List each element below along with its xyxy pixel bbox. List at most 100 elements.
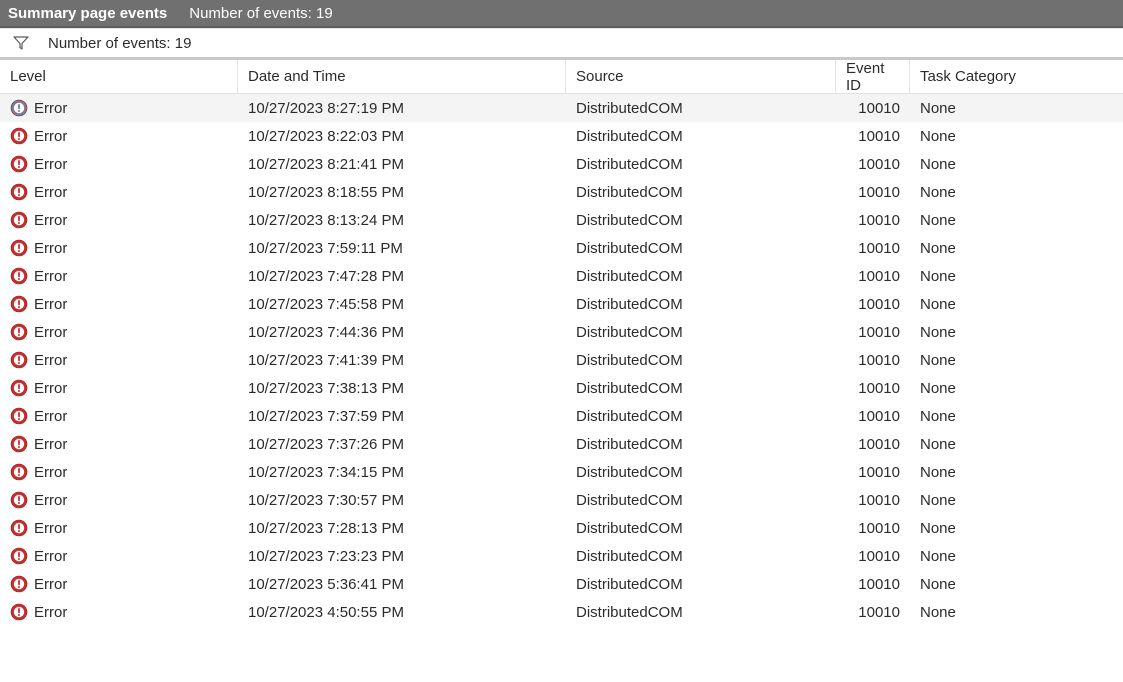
cell-source: DistributedCOM [566, 402, 836, 430]
level-label: Error [34, 464, 67, 481]
table-row[interactable]: Error 10/27/2023 7:37:59 PMDistributedCOM… [0, 402, 1123, 430]
filter-icon[interactable] [12, 34, 30, 52]
cell-task: None [910, 570, 1095, 598]
cell-source: DistributedCOM [566, 318, 836, 346]
cell-eventid: 10010 [836, 570, 910, 598]
table-row[interactable]: Error10/27/2023 8:18:55 PMDistributedCOM… [0, 178, 1123, 206]
error-icon [10, 603, 28, 621]
cell-date: 10/27/2023 7:37:59 PM [238, 402, 566, 430]
table-row[interactable]: Error10/27/2023 7:28:13 PMDistributedCOM… [0, 514, 1123, 542]
error-icon [10, 491, 28, 509]
table-row[interactable]: Error10/27/2023 7:44:36 PMDistributedCOM… [0, 318, 1123, 346]
level-label: Error [34, 184, 67, 201]
table-row[interactable]: Error 10/27/2023 7:34:15 PMDistributedCOM… [0, 458, 1123, 486]
cell-source: DistributedCOM [566, 262, 836, 290]
level-label: Error [34, 240, 67, 257]
cell-task: None [910, 206, 1095, 234]
cell-eventid: 10010 [836, 150, 910, 178]
error-icon [10, 295, 28, 313]
table-row[interactable]: Error 10/27/2023 7:59:11 PMDistributedCOM… [0, 234, 1123, 262]
cell-level: Error [0, 374, 238, 402]
cell-eventid: 10010 [836, 374, 910, 402]
table-row[interactable]: Error10/27/2023 7:30:57 PMDistributedCOM… [0, 486, 1123, 514]
error-icon [10, 407, 28, 425]
table-row[interactable]: Error10/27/2023 7:37:26 PMDistributedCOM… [0, 430, 1123, 458]
event-rows: Error10/27/2023 8:27:19 PMDistributedCOM… [0, 94, 1123, 626]
cell-level: Error [0, 262, 238, 290]
level-label: Error [34, 212, 67, 229]
error-icon [10, 155, 28, 173]
cell-date: 10/27/2023 8:22:03 PM [238, 122, 566, 150]
cell-level: Error [0, 402, 238, 430]
table-row[interactable]: Error10/27/2023 8:27:19 PMDistributedCOM… [0, 94, 1123, 122]
error-icon [10, 323, 28, 341]
cell-source: DistributedCOM [566, 486, 836, 514]
cell-level: Error [0, 598, 238, 626]
table-row[interactable]: Error10/27/2023 7:45:58 PMDistributedCOM… [0, 290, 1123, 318]
cell-eventid: 10010 [836, 178, 910, 206]
cell-eventid: 10010 [836, 234, 910, 262]
cell-level: Error [0, 458, 238, 486]
table-row[interactable]: Error10/27/2023 8:21:41 PMDistributedCOM… [0, 150, 1123, 178]
table-row[interactable]: Error 10/27/2023 8:13:24 PMDistributedCOM… [0, 206, 1123, 234]
level-label: Error [34, 436, 67, 453]
table-row[interactable]: Error10/27/2023 8:22:03 PMDistributedCOM… [0, 122, 1123, 150]
error-icon [10, 211, 28, 229]
title-bar: Summary page events Number of events: 19 [0, 0, 1123, 28]
cell-source: DistributedCOM [566, 458, 836, 486]
cell-level: Error [0, 234, 238, 262]
error-icon [10, 99, 28, 117]
column-header-date[interactable]: Date and Time [238, 60, 566, 93]
cell-level: Error [0, 94, 238, 122]
cell-task: None [910, 542, 1095, 570]
level-label: Error [34, 156, 67, 173]
error-icon [10, 351, 28, 369]
table-row[interactable]: Error10/27/2023 7:38:13 PMDistributedCOM… [0, 374, 1123, 402]
cell-eventid: 10010 [836, 346, 910, 374]
error-icon [10, 435, 28, 453]
cell-date: 10/27/2023 7:47:28 PM [238, 262, 566, 290]
cell-eventid: 10010 [836, 94, 910, 122]
cell-source: DistributedCOM [566, 178, 836, 206]
cell-source: DistributedCOM [566, 346, 836, 374]
level-label: Error [34, 576, 67, 593]
level-label: Error [34, 408, 67, 425]
column-header-task[interactable]: Task Category [910, 60, 1095, 93]
error-icon [10, 575, 28, 593]
cell-date: 10/27/2023 7:59:11 PM [238, 234, 566, 262]
cell-task: None [910, 94, 1095, 122]
level-label: Error [34, 352, 67, 369]
cell-date: 10/27/2023 7:28:13 PM [238, 514, 566, 542]
cell-task: None [910, 262, 1095, 290]
cell-eventid: 10010 [836, 542, 910, 570]
cell-task: None [910, 402, 1095, 430]
title-text: Summary page events [8, 5, 167, 22]
table-row[interactable]: Error10/27/2023 5:36:41 PMDistributedCOM… [0, 570, 1123, 598]
cell-level: Error [0, 486, 238, 514]
cell-eventid: 10010 [836, 290, 910, 318]
cell-date: 10/27/2023 7:23:23 PM [238, 542, 566, 570]
cell-date: 10/27/2023 7:34:15 PM [238, 458, 566, 486]
level-label: Error [34, 128, 67, 145]
cell-level: Error [0, 542, 238, 570]
table-row[interactable]: Error 10/27/2023 7:47:28 PMDistributedCOM… [0, 262, 1123, 290]
error-icon [10, 379, 28, 397]
cell-eventid: 10010 [836, 458, 910, 486]
cell-source: DistributedCOM [566, 150, 836, 178]
level-label: Error [34, 520, 67, 537]
column-header-source[interactable]: Source [566, 60, 836, 93]
cell-eventid: 10010 [836, 430, 910, 458]
column-header-level[interactable]: Level [0, 60, 238, 93]
title-count: Number of events: 19 [189, 5, 332, 22]
table-row[interactable]: Error10/27/2023 4:50:55 PMDistributedCOM… [0, 598, 1123, 626]
error-icon [10, 183, 28, 201]
level-label: Error [34, 268, 67, 285]
table-row[interactable]: Error10/27/2023 7:41:39 PMDistributedCOM… [0, 346, 1123, 374]
cell-level: Error [0, 206, 238, 234]
cell-date: 10/27/2023 8:13:24 PM [238, 206, 566, 234]
table-row[interactable]: Error10/27/2023 7:23:23 PMDistributedCOM… [0, 542, 1123, 570]
cell-level: Error [0, 290, 238, 318]
cell-source: DistributedCOM [566, 234, 836, 262]
column-header-eventid[interactable]: Event ID [836, 60, 910, 93]
cell-source: DistributedCOM [566, 206, 836, 234]
